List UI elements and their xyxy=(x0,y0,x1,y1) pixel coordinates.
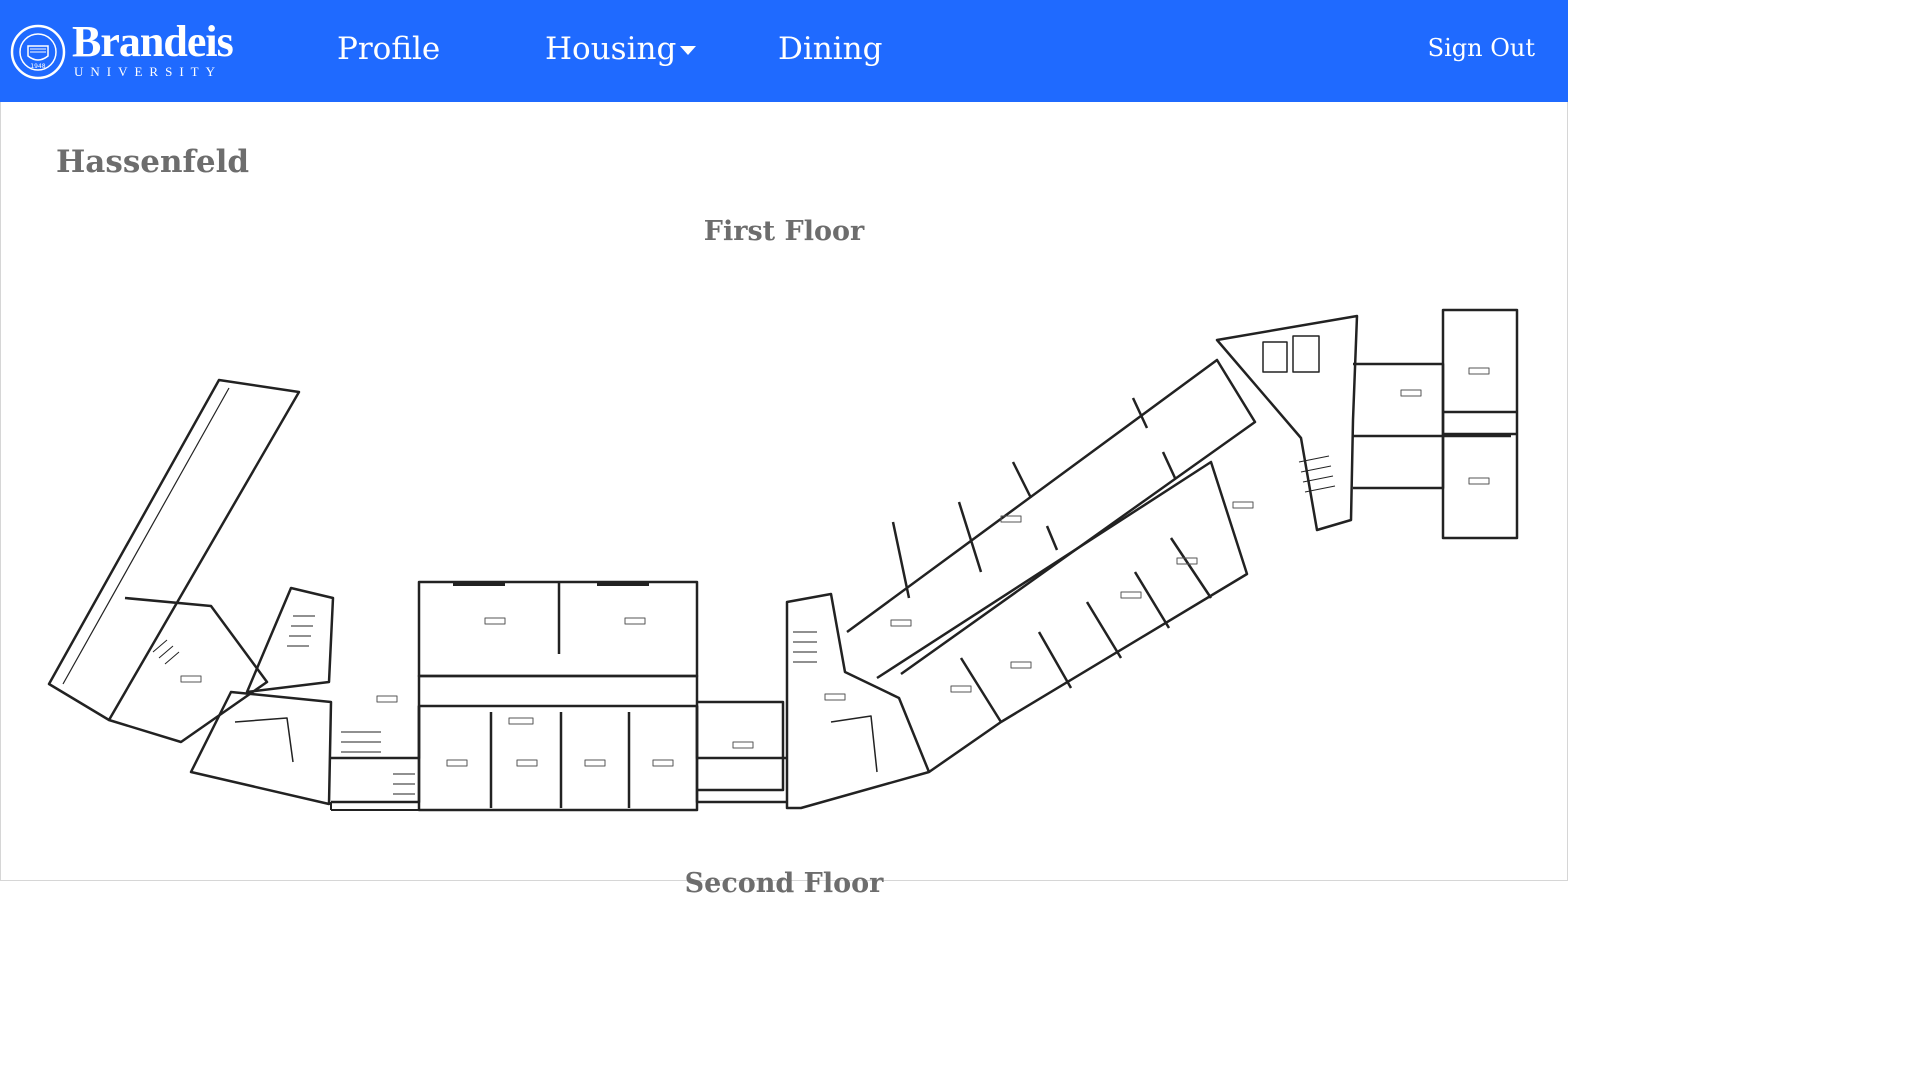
nav-profile[interactable]: Profile xyxy=(337,28,440,70)
floor-title-first: First Floor xyxy=(703,216,865,247)
nav-dining[interactable]: Dining xyxy=(778,28,882,70)
nav-housing-label: Housing xyxy=(545,31,677,67)
nav-housing-dropdown[interactable]: Housing xyxy=(545,28,705,70)
main-content: Hassenfeld First Floor Second Floor xyxy=(0,102,1568,899)
university-seal-icon: 1948 xyxy=(10,24,66,80)
sign-out-link[interactable]: Sign Out xyxy=(1428,34,1535,62)
first-floor-plan-image xyxy=(41,302,1531,822)
brandeis-logo[interactable]: 1948 Brandeis UNIVERSITY xyxy=(10,17,240,82)
building-title: Hassenfeld xyxy=(56,144,250,180)
nav-profile-label: Profile xyxy=(337,31,441,67)
floor-title-second: Second Floor xyxy=(684,868,884,899)
nav-dining-label: Dining xyxy=(778,31,883,67)
brand-subtitle: UNIVERSITY xyxy=(74,64,222,79)
caret-down-icon xyxy=(680,46,696,55)
svg-text:1948: 1948 xyxy=(30,63,45,70)
top-navbar: 1948 Brandeis UNIVERSITY Profile Housing… xyxy=(0,0,1568,102)
brand-name: Brandeis xyxy=(72,17,234,66)
